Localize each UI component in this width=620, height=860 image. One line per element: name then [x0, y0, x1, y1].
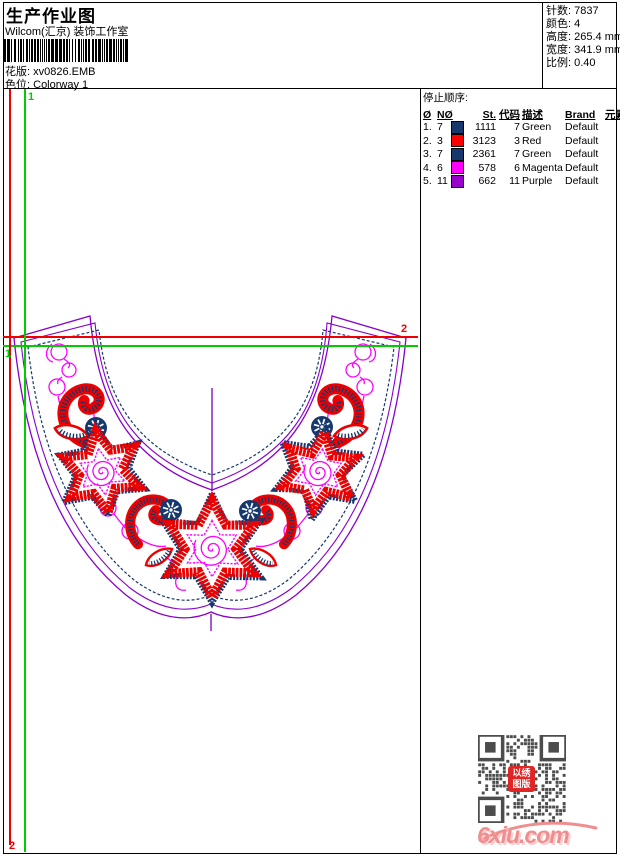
color-swatch: [451, 147, 468, 161]
seq-header-5: 描述: [522, 109, 543, 121]
thread-color-swatch: [451, 134, 464, 148]
thread-code: 11: [509, 175, 520, 188]
stop-sequence-header-row: Ø NØ St.代码描述 Brand 元素: [423, 107, 620, 122]
thread-brand: Default: [565, 175, 599, 188]
color-swatch: [451, 120, 468, 134]
seq-header-3: St.: [482, 108, 496, 121]
seq-header-4: 代码: [499, 109, 520, 121]
needle-number: 3: [437, 134, 443, 147]
thread-brand: Default: [565, 134, 599, 147]
thread-color-swatch: [451, 174, 464, 188]
thread-color-swatch: [451, 120, 464, 134]
needle-number: 11: [437, 175, 448, 188]
thread-color-swatch: [451, 161, 464, 175]
studio-subtitle: Wilcom(汇京) 装饰工作室: [5, 26, 129, 38]
row-index: 2.: [423, 134, 432, 147]
thread-brand: Default: [565, 161, 599, 174]
stop-sequence-row-2: 2. 3 3123 3 Red Default: [423, 134, 615, 148]
seq-header-7: 元素: [605, 109, 620, 121]
color-swatch: [451, 134, 468, 148]
colorway-line: 色位: Colorway 1: [5, 76, 88, 92]
stitch-count: 662: [478, 175, 496, 188]
needle-number: 7: [437, 148, 443, 161]
colorway-label: 色位:: [5, 79, 31, 91]
stop-sequence-row-3: 3. 7 2361 7 Green Default: [423, 147, 615, 162]
row-index: 5.: [423, 175, 432, 188]
stop-sequence-panel: 停止顺序: ØNØSt.代码描述Brand元素 1.711117GreenDef…: [423, 90, 620, 189]
stats-row-0: 针数: 7837: [546, 5, 599, 17]
stitch-count: 1111: [474, 121, 496, 134]
seq-header-6: Brand: [565, 108, 596, 121]
qr-center-seal: 以绣 图版: [508, 766, 535, 792]
color-swatch: [451, 174, 468, 188]
needle-number: 7: [437, 121, 443, 134]
thread-code: 6: [514, 161, 520, 174]
site-watermark: 6xiu.com: [477, 822, 570, 848]
needle-number: 6: [437, 161, 443, 174]
seq-header-0: Ø: [423, 108, 432, 121]
color-description: Magenta: [522, 161, 563, 174]
color-description: Green: [522, 148, 552, 161]
stitch-count: 2361: [472, 148, 496, 161]
stop-sequence-rows: 1. 7 1111 7 Green Default 2. 3 3123 3 Red Default 3.…: [423, 120, 615, 189]
header-divider: [3, 88, 616, 89]
design-stats-panel: 针数: 7837 颜色: 4 高度: 265.4 mm 宽度: 341.9 mm 比例:…: [546, 5, 620, 70]
stop-sequence-row-1: 1. 7 1111 7 Green Default: [423, 120, 615, 135]
stats-row-1: 颜色: 4: [546, 18, 581, 30]
stop-sequence-title: 停止顺序:: [423, 92, 468, 104]
stop-sequence-row-5: 5. 11 662 11 Purple Default: [423, 174, 615, 189]
stats-row-3: 宽度: 341.9 mm: [546, 44, 620, 56]
qr-seal-line1: 以绣: [512, 768, 531, 778]
colorway-value: Colorway 1: [33, 79, 89, 91]
thread-brand: Default: [565, 148, 599, 161]
barcode: [4, 39, 128, 62]
qr-seal-line2: 图版: [512, 779, 531, 789]
color-description: Green: [522, 121, 552, 134]
stats-divider: [542, 2, 543, 88]
right-column-divider: [420, 88, 421, 853]
stitch-count: 3123: [472, 134, 496, 147]
thread-code: 7: [514, 121, 520, 134]
thread-code: 7: [514, 148, 520, 161]
stitch-count: 578: [478, 161, 496, 174]
thread-code: 3: [514, 134, 520, 147]
stats-row-2: 高度: 265.4 mm: [546, 31, 620, 43]
color-swatch: [451, 161, 468, 175]
color-description: Purple: [522, 175, 553, 188]
row-index: 3.: [423, 148, 432, 161]
stats-row-4: 比例: 0.40: [546, 57, 596, 69]
stop-sequence-row-4: 4. 6 578 6 Magenta Default: [423, 161, 615, 175]
thread-color-swatch: [451, 147, 464, 161]
thread-brand: Default: [565, 121, 599, 134]
seq-header-1: NØ: [437, 108, 453, 121]
qr-code: 以绣 图版: [476, 733, 568, 825]
color-description: Red: [522, 134, 542, 147]
row-index: 1.: [423, 121, 432, 134]
row-index: 4.: [423, 161, 432, 174]
